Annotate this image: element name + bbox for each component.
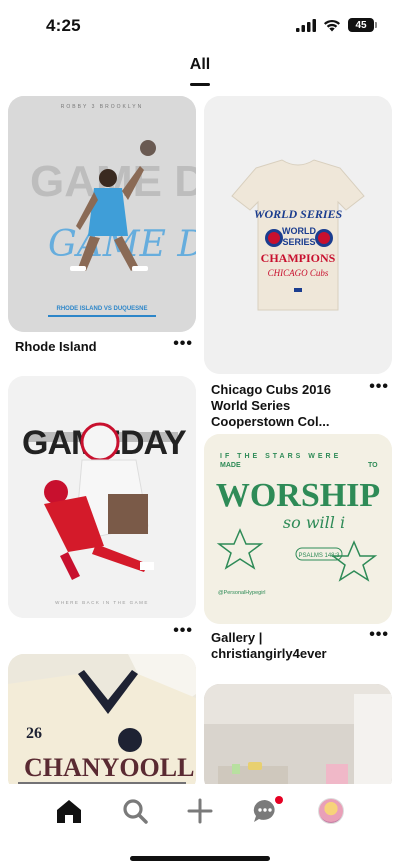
pin-title: Gallery | christiangirly4ever — [211, 630, 327, 661]
pin-image-name: CHANYOOLL — [24, 753, 194, 782]
pin-image-bigtext: WORSHIP — [216, 477, 380, 514]
pin-image-topleft: IF THE STARS WERE — [220, 453, 341, 460]
pin-card[interactable] — [204, 684, 392, 794]
pin-image[interactable]: ROBBY 3 BROOKLYN GAME DAY GAME DAY RHODE… — [8, 96, 196, 332]
cellular-signal-icon — [296, 18, 316, 32]
pin-card[interactable]: IF THE STARS WERE TO MADE WORSHIP so wil… — [204, 434, 392, 664]
pin-card[interactable]: ROBBY 3 BROOKLYN GAME DAY GAME DAY RHODE… — [8, 96, 196, 360]
pin-image[interactable]: 26 CHANYOOLL — [8, 654, 196, 794]
pin-card[interactable]: WORLD SERIES WORLD SERIES CHAMPIONS CHIC… — [204, 96, 392, 429]
pin-footer: Gallery | christiangirly4ever ••• — [211, 627, 389, 662]
pin-image-art: GAMEDAY WHERE BACK IN THE GAME — [8, 376, 196, 618]
status-icons: 45 — [296, 18, 377, 32]
pin-image-number: 26 — [26, 725, 42, 742]
pin-card[interactable]: GAMEDAY WHERE BACK IN THE GAME ••• — [8, 376, 196, 642]
pin-image[interactable]: IF THE STARS WERE TO MADE WORSHIP so wil… — [204, 434, 392, 624]
more-options-icon[interactable]: ••• — [173, 623, 193, 639]
pin-image-caption: RHODE ISLAND VS DUQUESNE — [56, 306, 147, 312]
pin-image-header: ROBBY 3 BROOKLYN — [61, 104, 143, 110]
pin-image-verse: PSALMS 148:3 — [298, 553, 340, 559]
pin-image-line2: WORLD — [282, 226, 316, 236]
nav-profile[interactable] — [316, 796, 346, 826]
pin-image-topright: TO — [368, 462, 378, 469]
notification-dot — [275, 796, 283, 804]
pin-image[interactable]: WORLD SERIES WORLD SERIES CHAMPIONS CHIC… — [204, 96, 392, 374]
pin-image-line3: SERIES — [282, 237, 315, 247]
pin-footer: Rhode Island ••• — [15, 336, 193, 355]
status-bar: 4:25 45 — [0, 0, 400, 50]
pin-card[interactable]: 26 CHANYOOLL — [8, 654, 196, 794]
pin-image-art — [204, 684, 392, 794]
more-options-icon[interactable]: ••• — [369, 379, 389, 395]
pin-image-script: so will i — [283, 513, 345, 532]
pin-image-caption: WHERE BACK IN THE GAME — [55, 600, 149, 605]
nav-home[interactable] — [54, 796, 84, 826]
pin-footer: Chicago Cubs 2016 World Series Coopersto… — [211, 379, 389, 430]
nav-search[interactable] — [120, 796, 150, 826]
home-icon — [57, 800, 81, 823]
bottom-nav — [0, 784, 400, 866]
nav-create[interactable] — [185, 796, 215, 826]
plus-icon — [187, 798, 213, 824]
more-options-icon[interactable]: ••• — [369, 627, 389, 643]
pin-title: Rhode Island — [15, 339, 97, 354]
pin-image-art: 26 CHANYOOLL — [8, 654, 196, 794]
pin-image-line5: CHICAGO Cubs — [268, 268, 329, 278]
home-indicator — [130, 856, 270, 861]
wifi-icon — [324, 19, 340, 31]
pin-image-art: IF THE STARS WERE TO MADE WORSHIP so wil… — [204, 434, 392, 624]
battery-level: 45 — [355, 19, 367, 31]
pin-image-art: ROBBY 3 BROOKLYN GAME DAY GAME DAY RHODE… — [8, 96, 196, 332]
pin-image-handle: @PersonalHypegirl — [218, 590, 265, 596]
tab-all[interactable]: All — [189, 52, 211, 86]
nav-messages[interactable] — [250, 796, 283, 826]
pin-image-art: WORLD SERIES WORLD SERIES CHAMPIONS CHIC… — [204, 96, 392, 374]
pin-image-line1: WORLD SERIES — [254, 207, 343, 221]
pin-title: Chicago Cubs 2016 World Series Coopersto… — [211, 382, 331, 429]
more-options-icon[interactable]: ••• — [173, 336, 193, 352]
pin-image-line4: CHAMPIONS — [261, 251, 336, 265]
status-time: 4:25 — [46, 16, 81, 35]
tab-active-underline — [189, 83, 211, 86]
pin-footer: ••• — [15, 623, 193, 639]
battery-icon: 45 — [348, 18, 377, 32]
avatar — [318, 798, 344, 824]
search-icon — [123, 799, 148, 824]
pin-image[interactable] — [204, 684, 392, 794]
pin-image[interactable]: GAMEDAY WHERE BACK IN THE GAME — [8, 376, 196, 618]
tab-all-label: All — [189, 56, 211, 73]
feed-tabs: All — [0, 52, 400, 86]
pin-image-line2: MADE — [220, 462, 241, 469]
